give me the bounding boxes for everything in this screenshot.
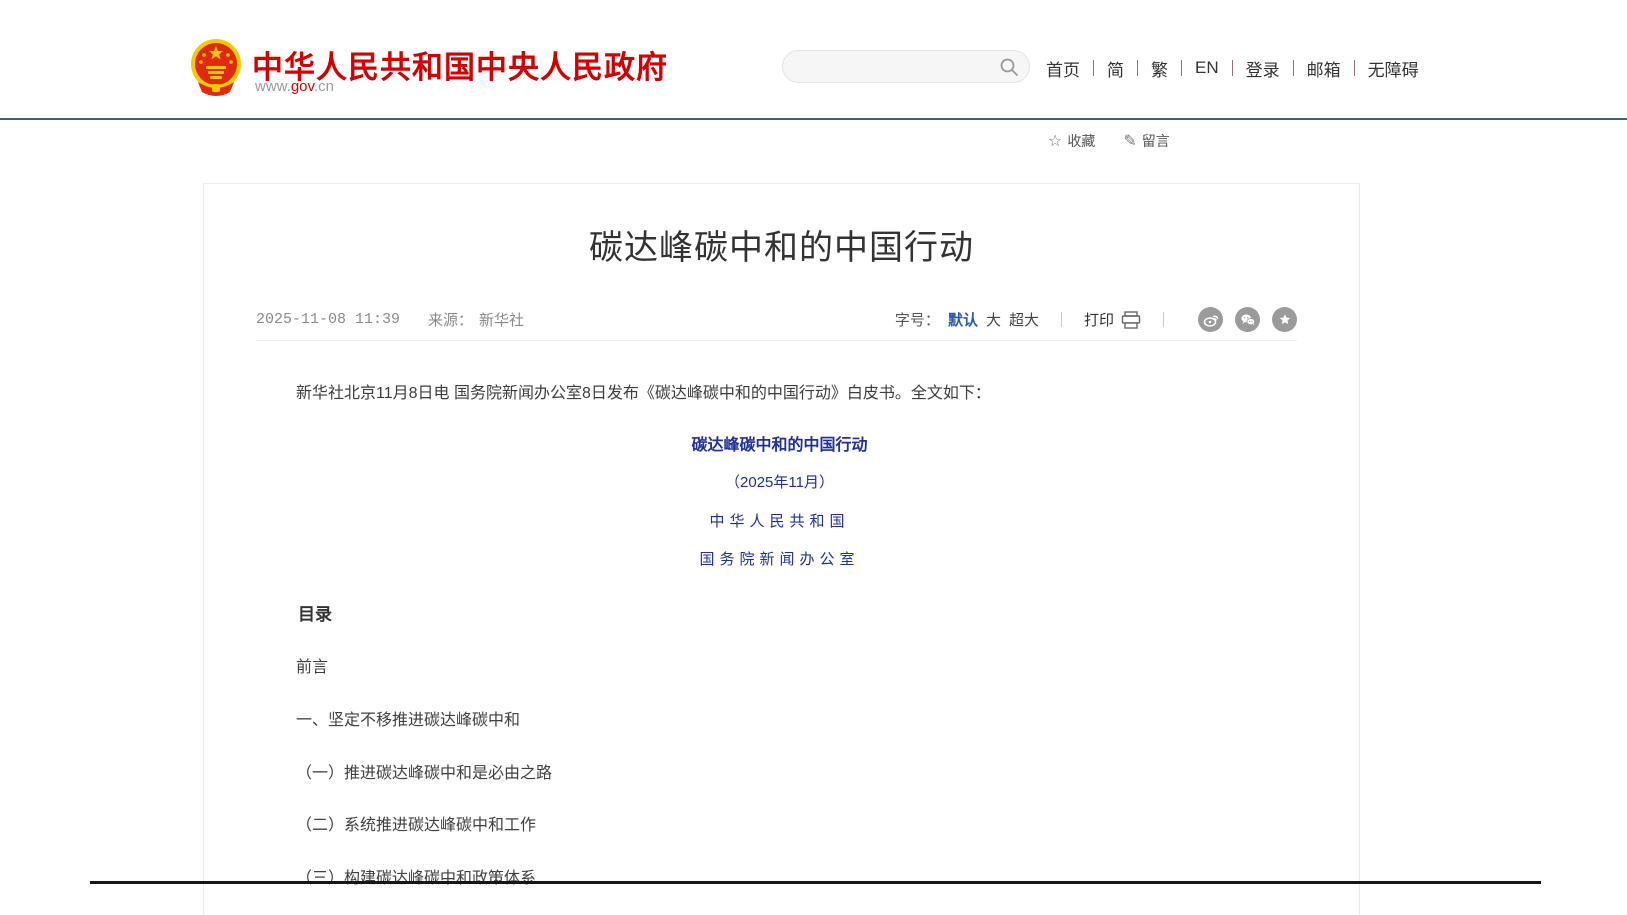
star-share-icon bbox=[1277, 312, 1293, 328]
site-url-gov: gov bbox=[291, 78, 314, 95]
comment-label: 留言 bbox=[1142, 131, 1170, 151]
document-org-line1: 中华人民共和国 bbox=[264, 509, 1295, 533]
viewport-bottom-edge bbox=[90, 881, 1541, 884]
nav-accessibility[interactable]: 无障碍 bbox=[1368, 56, 1419, 81]
print-label: 打印 bbox=[1084, 309, 1114, 330]
site-header: 中华人民共和国中央人民政府 www.gov.cn 首页 简 繁 EN 登录 邮箱… bbox=[0, 0, 1627, 118]
wechat-share-button[interactable] bbox=[1235, 307, 1260, 332]
site-url-suffix: .cn bbox=[314, 78, 334, 95]
site-url-prefix: www. bbox=[255, 78, 291, 95]
document-org-line2: 国务院新闻办公室 bbox=[264, 547, 1295, 571]
nav-separator bbox=[1293, 60, 1294, 76]
toc-item: （二）系统推进碳达峰碳中和工作 bbox=[264, 813, 1295, 839]
font-size-large[interactable]: 大 bbox=[986, 309, 1001, 330]
nav-separator bbox=[1181, 60, 1182, 76]
national-emblem-logo bbox=[190, 38, 242, 96]
toc-item: 前言 bbox=[264, 655, 1295, 681]
article-meta-right: 字号： 默认 大 超大 打印 bbox=[895, 307, 1297, 332]
weibo-icon bbox=[1203, 312, 1219, 328]
nav-home[interactable]: 首页 bbox=[1046, 56, 1080, 81]
nav-english[interactable]: EN bbox=[1195, 58, 1219, 78]
source-value[interactable]: 新华社 bbox=[479, 309, 524, 330]
quickbar: ☆ 收藏 ✎ 留言 bbox=[1048, 131, 1198, 151]
font-size-default[interactable]: 默认 bbox=[948, 309, 978, 330]
nav-separator bbox=[1354, 60, 1355, 76]
header-divider bbox=[0, 118, 1627, 120]
nav-separator bbox=[1232, 60, 1233, 76]
nav-traditional[interactable]: 繁 bbox=[1151, 56, 1168, 81]
toc-item: 一、坚定不移推进碳达峰碳中和 bbox=[264, 708, 1295, 734]
search-input[interactable] bbox=[783, 59, 999, 75]
star-share-button[interactable] bbox=[1272, 307, 1297, 332]
pencil-icon: ✎ bbox=[1123, 131, 1136, 151]
article-meta-row: 2025-11-08 11:39 来源： 新华社 字号： 默认 大 超大 打印 bbox=[256, 309, 1297, 341]
nav-simplified[interactable]: 简 bbox=[1107, 56, 1124, 81]
favorite-button[interactable]: ☆ 收藏 bbox=[1048, 131, 1095, 151]
top-nav: 首页 简 繁 EN 登录 邮箱 无障碍 bbox=[1046, 56, 1419, 80]
nav-separator bbox=[1137, 60, 1138, 76]
weibo-share-button[interactable] bbox=[1198, 307, 1223, 332]
toc-item: （一）推进碳达峰碳中和是必由之路 bbox=[264, 761, 1295, 787]
article-body: 新华社北京11月8日电 国务院新闻办公室8日发布《碳达峰碳中和的中国行动》白皮书… bbox=[204, 381, 1359, 915]
page: 中华人民共和国中央人民政府 www.gov.cn 首页 简 繁 EN 登录 邮箱… bbox=[0, 0, 1627, 915]
font-size-xlarge[interactable]: 超大 bbox=[1009, 309, 1039, 330]
document-title: 碳达峰碳中和的中国行动 bbox=[264, 433, 1295, 459]
nav-login[interactable]: 登录 bbox=[1246, 56, 1280, 81]
toc-heading: 目录 bbox=[264, 601, 1295, 628]
meta-separator bbox=[1061, 312, 1062, 327]
search-box bbox=[782, 50, 1030, 83]
search-icon[interactable] bbox=[999, 57, 1019, 77]
wechat-icon bbox=[1240, 312, 1256, 328]
print-button[interactable]: 打印 bbox=[1084, 309, 1141, 330]
toc-item: （三）构建碳达峰碳中和政策体系 bbox=[264, 866, 1295, 892]
favorite-label: 收藏 bbox=[1067, 131, 1095, 151]
comment-button[interactable]: ✎ 留言 bbox=[1123, 131, 1169, 151]
document-date: （2025年11月） bbox=[264, 471, 1295, 495]
printer-icon bbox=[1121, 311, 1141, 329]
site-url: www.gov.cn bbox=[255, 78, 334, 95]
nav-separator bbox=[1093, 60, 1094, 76]
source-label: 来源： bbox=[428, 309, 473, 330]
font-size-label: 字号： bbox=[895, 309, 940, 330]
star-outline-icon: ☆ bbox=[1048, 131, 1062, 151]
meta-separator bbox=[1163, 312, 1164, 327]
nav-mail[interactable]: 邮箱 bbox=[1307, 56, 1341, 81]
article-card: 碳达峰碳中和的中国行动 2025-11-08 11:39 来源： 新华社 字号：… bbox=[203, 183, 1360, 915]
publish-date: 2025-11-08 11:39 bbox=[256, 311, 400, 328]
article-title: 碳达峰碳中和的中国行动 bbox=[204, 220, 1359, 269]
lead-paragraph: 新华社北京11月8日电 国务院新闻办公室8日发布《碳达峰碳中和的中国行动》白皮书… bbox=[264, 381, 1295, 407]
article-meta-left: 2025-11-08 11:39 来源： 新华社 bbox=[256, 309, 524, 330]
